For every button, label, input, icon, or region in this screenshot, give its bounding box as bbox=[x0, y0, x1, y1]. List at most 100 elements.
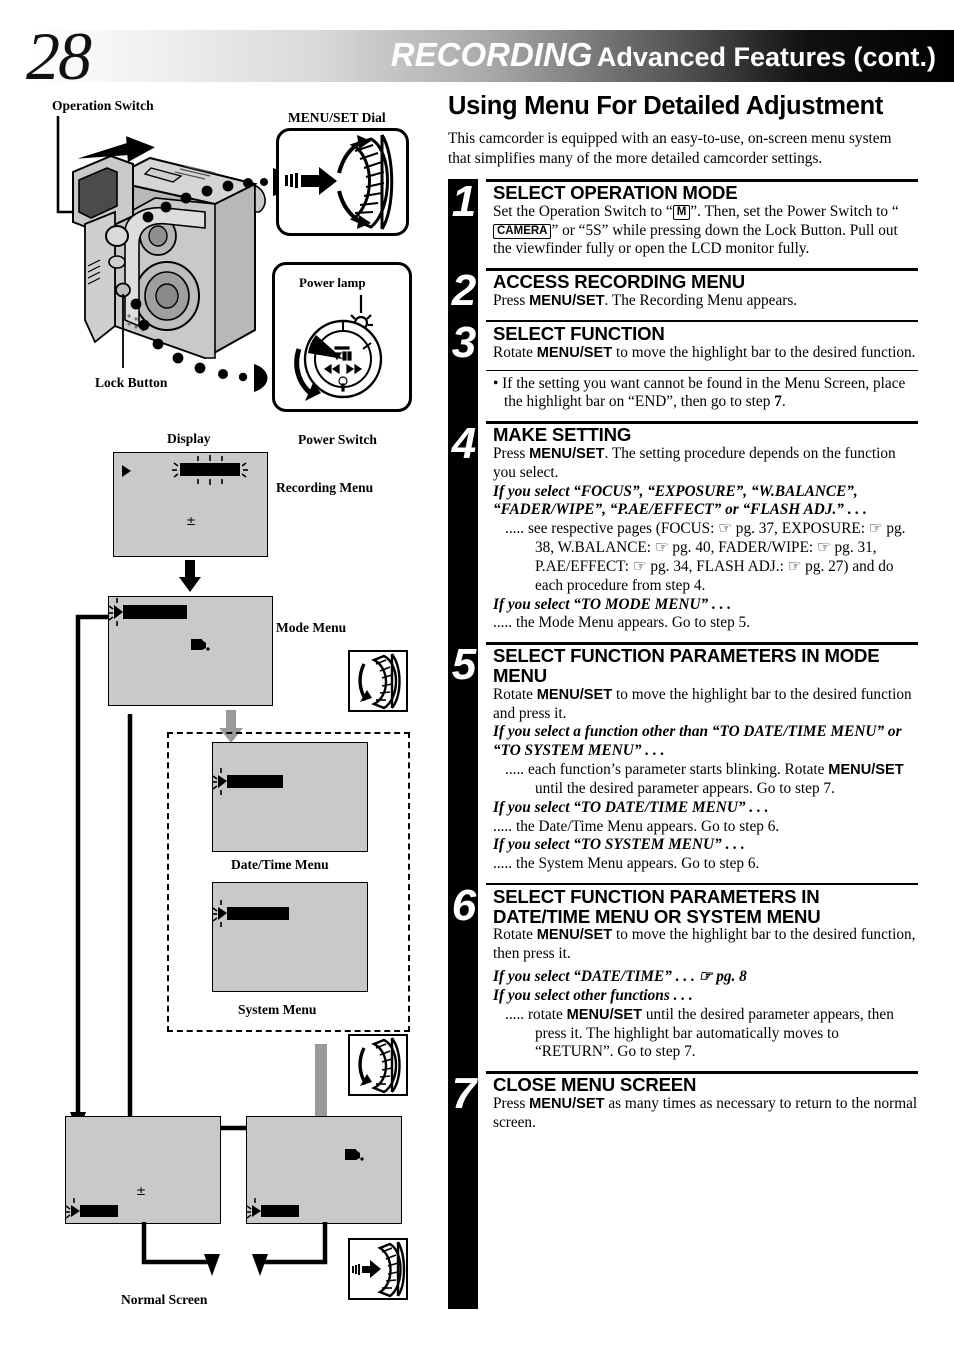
step-rule bbox=[486, 882, 918, 886]
step6-condition-2: If you select other functions . . . bbox=[493, 986, 693, 1004]
step-body: Set the Operation Switch to “M”. Then, s… bbox=[493, 203, 918, 259]
step-rule bbox=[486, 421, 918, 424]
note-step-ref: 7 bbox=[774, 393, 782, 411]
svg-text:±: ± bbox=[136, 1184, 146, 1198]
step-2: 2 ACCESS RECORDING MENU Press MENU/SET. … bbox=[448, 266, 918, 316]
step5-condition-3: If you select “TO SYSTEM MENU” . . . bbox=[493, 836, 745, 854]
diagram-column: Operation Switch MENU/SET Dial Power lam… bbox=[0, 92, 445, 1352]
step4-condition-1: If you select “FOCUS”, “EXPOSURE”, “W.BA… bbox=[493, 482, 867, 519]
step3-text-a: Rotate bbox=[493, 343, 537, 361]
step-rule bbox=[486, 319, 918, 323]
screen-normal-right bbox=[246, 1116, 402, 1224]
step-heading: SELECT FUNCTION PARAMETERS IN MODE MENU bbox=[493, 645, 880, 686]
power-switch-dial-icon bbox=[294, 295, 383, 401]
step-body: Press MENU/SET. The Recording Menu appea… bbox=[493, 292, 918, 311]
page-header: 28 RECORDING Advanced Features (cont.) bbox=[0, 22, 954, 90]
step-number: 7 bbox=[451, 1069, 477, 1119]
normal-right-contents bbox=[246, 1149, 364, 1219]
key-menu-set: MENU/SET bbox=[529, 445, 605, 462]
step5-c1-a: ..... each function’s parameter starts b… bbox=[505, 760, 829, 778]
normal-left-contents: ± bbox=[65, 1184, 146, 1219]
key-menu-set: MENU/SET bbox=[536, 344, 613, 361]
step-number: 4 bbox=[451, 419, 477, 469]
step5-condition-1: If you select a function other than “TO … bbox=[493, 723, 902, 760]
step-body: Press MENU/SET as many times as necessar… bbox=[493, 1095, 918, 1133]
label-power-lamp: Power lamp bbox=[299, 275, 366, 290]
step1-text-b: ”. Then, set the Power Switch to “ bbox=[690, 202, 899, 220]
dial-press-icon bbox=[285, 134, 394, 230]
step-body: Rotate MENU/SET to move the highlight ba… bbox=[493, 686, 918, 724]
step-number: 3 bbox=[451, 317, 477, 367]
step-number: 2 bbox=[451, 266, 477, 316]
label-display: Display bbox=[167, 431, 211, 446]
step-7: 7 CLOSE MENU SCREEN Press MENU/SET as ma… bbox=[448, 1071, 918, 1132]
step6-text-a: Rotate bbox=[493, 926, 537, 944]
intro-paragraph: This camcorder is equipped with an easy-… bbox=[448, 130, 892, 167]
steps-list: 1 SELECT OPERATION MODE Set the Operatio… bbox=[448, 177, 918, 1310]
step5-c1-b: until the desired parameter appears. Go … bbox=[535, 779, 835, 797]
step-body: Rotate MENU/SET to move the highlight ba… bbox=[493, 344, 918, 363]
step-rule bbox=[486, 179, 918, 182]
page-number: 28 bbox=[26, 18, 92, 94]
step-heading: ACCESS RECORDING MENU bbox=[493, 271, 745, 293]
step6-condition-1: If you select “DATE/TIME” . . . ☞ pg. 8 bbox=[493, 968, 747, 986]
step4-text-a: Press bbox=[493, 444, 530, 462]
dial-press-box bbox=[348, 1238, 408, 1300]
note-text-a: • If the setting you want cannot be foun… bbox=[493, 374, 906, 411]
label-normal-screen: Normal Screen bbox=[121, 1292, 208, 1307]
mode-badge-m: M bbox=[672, 204, 691, 221]
key-menu-set: MENU/SET bbox=[536, 927, 613, 944]
note-rule bbox=[486, 369, 918, 372]
svg-text:±: ± bbox=[186, 514, 196, 528]
label-power-switch: Power Switch bbox=[298, 432, 377, 447]
label-menu-set-dial: MENU/SET Dial bbox=[288, 110, 386, 125]
key-menu-set: MENU/SET bbox=[529, 293, 605, 309]
dial-rotate-icon-2 bbox=[358, 1037, 401, 1094]
step5-text-a: Rotate bbox=[493, 685, 537, 703]
step1-text-a: Set the Operation Switch to “ bbox=[493, 202, 673, 220]
step-rule bbox=[486, 642, 918, 645]
note-body: • If the setting you want cannot be foun… bbox=[493, 370, 918, 413]
step5-condition-3-body: ..... the System Menu appears. Go to ste… bbox=[493, 855, 760, 873]
page-title: Using Menu For Detailed Adjustment bbox=[448, 92, 884, 120]
dial-rotate-box-2 bbox=[348, 1034, 408, 1096]
power-switch-box: Power lamp bbox=[272, 262, 412, 412]
step-heading: SELECT FUNCTION bbox=[493, 322, 665, 344]
step6-condition-2-body: ..... rotate MENU/SET until the desired … bbox=[493, 1006, 918, 1063]
step-number: 1 bbox=[451, 177, 477, 227]
step-rule bbox=[486, 268, 918, 271]
step-6: 6 SELECT FUNCTION PARAMETERS IN DATE/TIM… bbox=[448, 880, 918, 1063]
step1-text-c: ” or “5S” while pressing down the Lock B… bbox=[493, 221, 898, 258]
step-heading: CLOSE MENU SCREEN bbox=[493, 1074, 697, 1096]
step2-text-b: . The Recording Menu appears. bbox=[604, 292, 798, 309]
header-title-section: Advanced Features (cont.) bbox=[596, 42, 936, 72]
label-lock-button: Lock Button bbox=[95, 375, 168, 390]
step-3: 3 SELECT FUNCTION Rotate MENU/SET to mov… bbox=[448, 317, 918, 367]
screen-normal-left: ± bbox=[65, 1116, 221, 1224]
step-rule bbox=[486, 1071, 918, 1074]
step-heading: SELECT FUNCTION PARAMETERS IN DATE/TIME … bbox=[493, 885, 821, 927]
step-number: 5 bbox=[451, 640, 477, 690]
step-5: 5 SELECT FUNCTION PARAMETERS IN MODE MEN… bbox=[448, 642, 918, 874]
header-title-chapter: RECORDING bbox=[390, 36, 593, 73]
step-heading: MAKE SETTING bbox=[493, 424, 632, 446]
key-menu-set: MENU/SET bbox=[529, 1095, 605, 1112]
mode-badge-camera: CAMERA bbox=[493, 223, 552, 240]
instructions-column: Using Menu For Detailed Adjustment This … bbox=[448, 92, 918, 1310]
step-number: 6 bbox=[451, 880, 477, 930]
step-4: 4 MAKE SETTING Press MENU/SET. The setti… bbox=[448, 421, 918, 633]
step4-condition-2: If you select “TO MODE MENU” . . . bbox=[493, 595, 732, 613]
step2-text-a: Press bbox=[493, 292, 530, 309]
label-recording-menu: Recording Menu bbox=[276, 480, 374, 495]
step-3-note: • If the setting you want cannot be foun… bbox=[448, 369, 918, 413]
dial-press-icon-2 bbox=[352, 1241, 406, 1298]
step-heading: SELECT OPERATION MODE bbox=[493, 182, 738, 204]
key-menu-set: MENU/SET bbox=[566, 1006, 642, 1023]
note-text-b: . bbox=[781, 393, 786, 411]
step5-condition-2: If you select “TO DATE/TIME MENU” . . . bbox=[493, 798, 769, 816]
step6-c2-a: ..... rotate bbox=[505, 1005, 567, 1023]
key-menu-set: MENU/SET bbox=[828, 761, 904, 778]
step-body: Rotate MENU/SET to move the highlight ba… bbox=[493, 926, 918, 964]
header-title: RECORDING Advanced Features (cont.) bbox=[391, 36, 936, 74]
step4-condition-1-body: ..... see respective pages (FOCUS: ☞ pg.… bbox=[505, 520, 906, 594]
